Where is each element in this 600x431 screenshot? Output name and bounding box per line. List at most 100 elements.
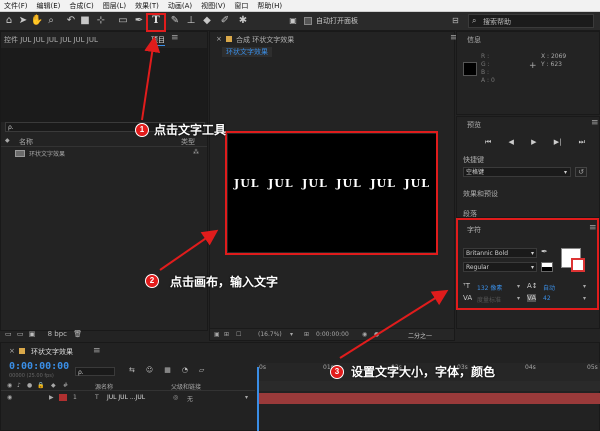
grid-icon[interactable]: ▣ [214,331,220,338]
workspace-icon[interactable]: ⊟ [452,16,459,25]
comp-close-icon[interactable]: × [216,35,222,43]
camera-tool-icon[interactable]: ■ [78,14,92,28]
new-folder-icon[interactable]: ▭ [17,330,24,338]
menu-composition[interactable]: 合成(C) [69,1,93,11]
menu-view[interactable]: 视图(V) [201,1,225,11]
menu-animation[interactable]: 动画(A) [168,1,192,11]
timeline-close-icon[interactable]: × [9,347,15,355]
prev-frame-icon[interactable]: ◀ [509,138,514,147]
search-help-field[interactable]: ⌕ 搜索帮助 [468,14,594,28]
menu-help[interactable]: 帮助(H) [257,1,282,11]
rectangle-tool-icon[interactable]: ▭ [116,14,130,28]
comp-tab-prefix: 合成 [236,36,250,44]
playhead[interactable] [257,367,259,431]
parent-value[interactable]: 无 [187,394,193,403]
preview-title[interactable]: 预览 [467,120,481,130]
play-icon[interactable]: ▶ [531,138,536,147]
puppet-tool-icon[interactable]: ✱ [236,14,250,28]
pickwhip-icon[interactable]: ◎ [173,394,178,401]
motion-blur-icon[interactable]: ◔ [182,366,188,374]
layer-visibility-icon[interactable]: ◉ [7,394,12,401]
timeline-menu-icon[interactable]: ≡ [93,346,101,356]
loop-icon[interactable]: ↺ [575,167,587,177]
roto-brush-tool-icon[interactable]: ✐ [218,14,232,28]
audio-header-icon: ♪ [17,382,21,389]
timeline-search-input[interactable]: ρ. [75,367,115,376]
menu-window[interactable]: 窗口 [234,1,248,11]
next-frame-icon[interactable]: ▶| [554,138,562,147]
ruler-tick: 0s [259,364,266,371]
eraser-tool-icon[interactable]: ◆ [200,14,214,28]
tag-icon: ◆ [5,137,10,144]
clone-stamp-tool-icon[interactable]: ⊥ [184,14,198,28]
menu-file[interactable]: 文件(F) [4,1,28,11]
project-item[interactable]: 环状文字效果 ⁂ [1,149,207,159]
shy-icon[interactable]: ☺ [146,366,153,374]
zoom-dropdown-icon[interactable]: ▾ [290,331,293,338]
rotate-tool-icon[interactable]: ↶ [64,14,78,28]
first-frame-icon[interactable]: ⏮ [485,138,491,147]
shortcut-label: 快捷键 [463,156,484,164]
expand-icon[interactable]: ▶ [49,394,54,401]
layer-name[interactable]: JUL JUL ...JUL [107,394,145,401]
timeline-timecode[interactable]: 0:00:00:00 [9,361,69,372]
mask-icon[interactable]: ⊞ [224,331,229,338]
preview-menu-icon[interactable]: ≡ [591,118,599,128]
layer-row[interactable]: ◉ ▶ 1 T JUL JUL ...JUL ◎ 无 ▾ [1,393,255,403]
panel-menu-icon[interactable]: ≡ [171,33,179,43]
auto-open-checkbox[interactable] [304,17,312,25]
resolution-select[interactable]: 二分之一 [408,331,432,340]
zoom-select[interactable]: (16.7%) [258,331,282,338]
bpc-label[interactable]: 8 bpc [48,330,67,338]
layer-label-color[interactable] [59,394,67,401]
hand-tool-icon[interactable]: ✋ [30,14,44,28]
col-type[interactable]: 类型 [181,137,195,147]
thumbnail-area [1,48,207,122]
region-icon[interactable]: ☐ [236,331,241,338]
home-icon[interactable]: ⌂ [2,14,16,28]
pen-tool-icon[interactable]: ✒ [132,14,146,28]
parent-dropdown-icon[interactable]: ▾ [245,394,248,401]
delete-icon[interactable]: 🗑 [73,330,82,338]
zoom-tool-icon[interactable]: ⌕ [44,14,58,28]
menu-layer[interactable]: 图层(L) [103,1,126,11]
work-area-bar[interactable] [257,381,600,391]
timeline-tab[interactable]: 环状文字效果 [31,347,73,357]
timecode-display[interactable]: 0:00:00:00 [316,331,349,338]
brush-tool-icon[interactable]: ✎ [168,14,182,28]
menu-edit[interactable]: 编辑(E) [37,1,61,11]
last-frame-icon[interactable]: ⏭ [579,138,585,147]
frame-blend-icon[interactable]: ▦ [164,366,171,374]
graph-editor-icon[interactable]: ▱ [199,366,204,374]
visibility-header-icon: ◉ [7,382,13,389]
new-comp-icon[interactable]: ▣ [29,330,36,338]
snapshot-icon[interactable]: ◉ [362,331,367,338]
pan-behind-tool-icon[interactable]: ⊹ [94,14,108,28]
info-x: X : 2069 [541,53,567,60]
highlight-text-tool [146,13,166,32]
color-swatch [463,62,477,76]
step-text-2: 点击画布，输入文字 [170,275,279,289]
comp-tab[interactable]: 合成 环状文字效果 [236,35,294,45]
shortcut-select[interactable]: 空格键 ▾ [463,167,571,177]
snap-icon[interactable]: ▣ [286,14,300,28]
shortcut-value: 空格键 [466,169,485,176]
highlight-character-panel [456,218,599,310]
menu-effect[interactable]: 效果(T) [135,1,159,11]
selection-tool-icon[interactable]: ➤ [16,14,30,28]
comp-flow-icon[interactable]: ⇆ [129,366,135,374]
timeline-switch-icons: ⇆ ☺ ▦ ◔ ▱ [129,366,249,374]
effects-presets-title[interactable]: 效果和预设 [463,189,498,199]
col-parent[interactable]: 父级和链接 [171,382,201,391]
toolbar: ⌂ ➤ ✋ ⌕ ↶ ■ ⊹ ▭ ✒ T ✎ ⊥ ◆ ✐ ✱ ▣ 自动打开面板 ⊟… [0,12,600,31]
info-title[interactable]: 信息 [467,35,481,45]
col-name[interactable]: 名称 [19,137,33,147]
safe-zone-icon[interactable]: ⊞ [304,331,309,338]
col-layer-name[interactable]: 源名称 [95,382,113,391]
comp-sub-tab[interactable]: 环状文字效果 [222,47,272,57]
project-tab[interactable]: 项目 [151,35,165,46]
channel-icon[interactable]: ● [374,331,379,338]
interpret-footage-icon[interactable]: ▭ [5,330,12,338]
effects-controls-tab[interactable]: 控件 JUL JUL JUL JUL JUL JUL [4,35,98,45]
layer-duration-bar[interactable] [257,393,600,404]
